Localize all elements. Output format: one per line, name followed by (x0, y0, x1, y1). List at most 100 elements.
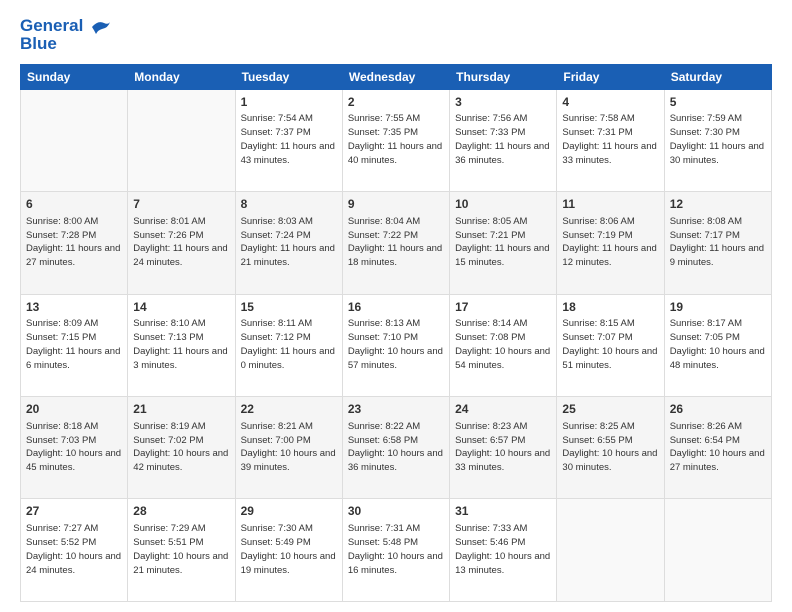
day-number: 16 (348, 299, 444, 316)
day-info: Sunrise: 8:00 AMSunset: 7:28 PMDaylight:… (26, 215, 122, 270)
day-info: Sunrise: 8:21 AMSunset: 7:00 PMDaylight:… (241, 420, 337, 475)
day-number: 28 (133, 503, 229, 520)
day-info: Sunrise: 7:29 AMSunset: 5:51 PMDaylight:… (133, 522, 229, 577)
day-info: Sunrise: 8:06 AMSunset: 7:19 PMDaylight:… (562, 215, 658, 270)
day-number: 24 (455, 401, 551, 418)
day-number: 6 (26, 196, 122, 213)
day-info: Sunrise: 7:54 AMSunset: 7:37 PMDaylight:… (241, 112, 337, 167)
weekday-header-monday: Monday (128, 64, 235, 89)
calendar-cell (557, 499, 664, 602)
calendar-cell: 18Sunrise: 8:15 AMSunset: 7:07 PMDayligh… (557, 294, 664, 396)
calendar-cell: 4Sunrise: 7:58 AMSunset: 7:31 PMDaylight… (557, 89, 664, 191)
calendar-cell: 27 Sunrise: 7:27 AMSunset: 5:52 PMDayligh… (21, 499, 128, 602)
day-info: Sunrise: 8:05 AMSunset: 7:21 PMDaylight:… (455, 215, 551, 270)
day-number: 12 (670, 196, 766, 213)
weekday-header-thursday: Thursday (450, 64, 557, 89)
day-number: 29 (241, 503, 337, 520)
calendar-cell: 14Sunrise: 8:10 AMSunset: 7:13 PMDayligh… (128, 294, 235, 396)
calendar-cell: 2Sunrise: 7:55 AMSunset: 7:35 PMDaylight… (342, 89, 449, 191)
calendar-cell: 8 Sunrise: 8:03 AMSunset: 7:24 PMDaylight… (235, 192, 342, 294)
calendar-cell: 24 Sunrise: 8:23 AMSunset: 6:57 PMDayligh… (450, 397, 557, 499)
day-number: 15 (241, 299, 337, 316)
day-number: 30 (348, 503, 444, 520)
day-number: 7 (133, 196, 229, 213)
calendar-cell: 13Sunrise: 8:09 AMSunset: 7:15 PMDayligh… (21, 294, 128, 396)
day-number: 8 (241, 196, 337, 213)
calendar-cell: 26 Sunrise: 8:26 AMSunset: 6:54 PMDayligh… (664, 397, 771, 499)
calendar-cell: 28 Sunrise: 7:29 AMSunset: 5:51 PMDayligh… (128, 499, 235, 602)
week-row-3: 13Sunrise: 8:09 AMSunset: 7:15 PMDayligh… (21, 294, 772, 396)
day-number: 5 (670, 94, 766, 111)
day-number: 13 (26, 299, 122, 316)
day-number: 10 (455, 196, 551, 213)
day-info: Sunrise: 8:13 AMSunset: 7:10 PMDaylight:… (348, 317, 444, 372)
day-info: Sunrise: 8:08 AMSunset: 7:17 PMDaylight:… (670, 215, 766, 270)
day-info: Sunrise: 7:55 AMSunset: 7:35 PMDaylight:… (348, 112, 444, 167)
calendar-cell: 21 Sunrise: 8:19 AMSunset: 7:02 PMDayligh… (128, 397, 235, 499)
day-info: Sunrise: 8:19 AMSunset: 7:02 PMDaylight:… (133, 420, 229, 475)
day-info: Sunrise: 8:03 AMSunset: 7:24 PMDaylight:… (241, 215, 337, 270)
calendar-cell: 31 Sunrise: 7:33 AMSunset: 5:46 PMDayligh… (450, 499, 557, 602)
day-info: Sunrise: 8:18 AMSunset: 7:03 PMDaylight:… (26, 420, 122, 475)
day-number: 18 (562, 299, 658, 316)
day-number: 9 (348, 196, 444, 213)
calendar-cell: 22Sunrise: 8:21 AMSunset: 7:00 PMDayligh… (235, 397, 342, 499)
weekday-header-tuesday: Tuesday (235, 64, 342, 89)
day-info: Sunrise: 8:14 AMSunset: 7:08 PMDaylight:… (455, 317, 551, 372)
calendar-cell: 12 Sunrise: 8:08 AMSunset: 7:17 PMDayligh… (664, 192, 771, 294)
calendar-cell: 16Sunrise: 8:13 AMSunset: 7:10 PMDayligh… (342, 294, 449, 396)
day-info: Sunrise: 8:10 AMSunset: 7:13 PMDaylight:… (133, 317, 229, 372)
calendar-cell (21, 89, 128, 191)
calendar-cell: 7 Sunrise: 8:01 AMSunset: 7:26 PMDaylight… (128, 192, 235, 294)
day-info: Sunrise: 8:22 AMSunset: 6:58 PMDaylight:… (348, 420, 444, 475)
weekday-header-wednesday: Wednesday (342, 64, 449, 89)
day-info: Sunrise: 7:33 AMSunset: 5:46 PMDaylight:… (455, 522, 551, 577)
weekday-header-friday: Friday (557, 64, 664, 89)
logo-blue: Blue (20, 34, 112, 54)
calendar-cell (128, 89, 235, 191)
calendar-cell: 1Sunrise: 7:54 AMSunset: 7:37 PMDaylight… (235, 89, 342, 191)
day-number: 26 (670, 401, 766, 418)
day-number: 2 (348, 94, 444, 111)
logo-text: General (20, 16, 112, 36)
calendar-cell: 29 Sunrise: 7:30 AMSunset: 5:49 PMDayligh… (235, 499, 342, 602)
day-number: 14 (133, 299, 229, 316)
calendar-cell: 30 Sunrise: 7:31 AMSunset: 5:48 PMDayligh… (342, 499, 449, 602)
calendar-cell (664, 499, 771, 602)
page: General Blue SundayMondayTuesdayWednesda… (0, 0, 792, 612)
day-info: Sunrise: 8:15 AMSunset: 7:07 PMDaylight:… (562, 317, 658, 372)
day-number: 31 (455, 503, 551, 520)
calendar-cell: 15Sunrise: 8:11 AMSunset: 7:12 PMDayligh… (235, 294, 342, 396)
day-info: Sunrise: 8:26 AMSunset: 6:54 PMDaylight:… (670, 420, 766, 475)
day-info: Sunrise: 8:01 AMSunset: 7:26 PMDaylight:… (133, 215, 229, 270)
calendar-cell: 10 Sunrise: 8:05 AMSunset: 7:21 PMDayligh… (450, 192, 557, 294)
day-number: 25 (562, 401, 658, 418)
day-info: Sunrise: 7:30 AMSunset: 5:49 PMDaylight:… (241, 522, 337, 577)
day-info: Sunrise: 8:04 AMSunset: 7:22 PMDaylight:… (348, 215, 444, 270)
header: General Blue (20, 16, 772, 54)
calendar-cell: 19Sunrise: 8:17 AMSunset: 7:05 PMDayligh… (664, 294, 771, 396)
week-row-4: 20 Sunrise: 8:18 AMSunset: 7:03 PMDayligh… (21, 397, 772, 499)
day-info: Sunrise: 7:31 AMSunset: 5:48 PMDaylight:… (348, 522, 444, 577)
calendar-cell: 23 Sunrise: 8:22 AMSunset: 6:58 PMDayligh… (342, 397, 449, 499)
calendar-cell: 17Sunrise: 8:14 AMSunset: 7:08 PMDayligh… (450, 294, 557, 396)
day-number: 17 (455, 299, 551, 316)
week-row-5: 27 Sunrise: 7:27 AMSunset: 5:52 PMDayligh… (21, 499, 772, 602)
day-number: 20 (26, 401, 122, 418)
day-info: Sunrise: 8:23 AMSunset: 6:57 PMDaylight:… (455, 420, 551, 475)
day-number: 21 (133, 401, 229, 418)
day-info: Sunrise: 8:17 AMSunset: 7:05 PMDaylight:… (670, 317, 766, 372)
day-number: 23 (348, 401, 444, 418)
day-info: Sunrise: 7:27 AMSunset: 5:52 PMDaylight:… (26, 522, 122, 577)
day-number: 1 (241, 94, 337, 111)
day-number: 19 (670, 299, 766, 316)
day-number: 3 (455, 94, 551, 111)
calendar-cell: 25 Sunrise: 8:25 AMSunset: 6:55 PMDayligh… (557, 397, 664, 499)
day-info: Sunrise: 8:09 AMSunset: 7:15 PMDaylight:… (26, 317, 122, 372)
logo: General Blue (20, 16, 112, 54)
day-info: Sunrise: 8:25 AMSunset: 6:55 PMDaylight:… (562, 420, 658, 475)
day-info: Sunrise: 8:11 AMSunset: 7:12 PMDaylight:… (241, 317, 337, 372)
weekday-header-row: SundayMondayTuesdayWednesdayThursdayFrid… (21, 64, 772, 89)
calendar-cell: 11Sunrise: 8:06 AMSunset: 7:19 PMDayligh… (557, 192, 664, 294)
day-number: 27 (26, 503, 122, 520)
